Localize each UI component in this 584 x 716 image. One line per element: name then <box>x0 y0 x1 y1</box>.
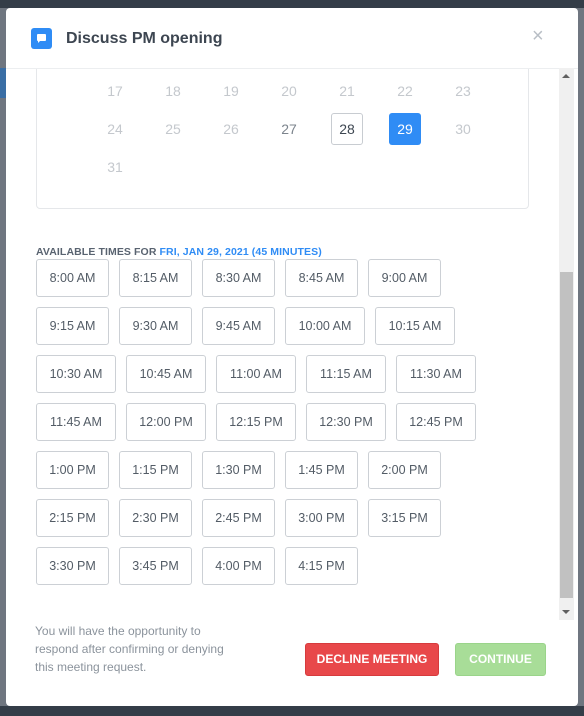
time-slot-button[interactable]: 9:00 AM <box>368 259 441 297</box>
footer-note: You will have the opportunity to respond… <box>35 624 224 674</box>
scroll-down-arrow-icon[interactable] <box>562 610 570 614</box>
time-slot-button[interactable]: 1:30 PM <box>202 451 275 489</box>
calendar-day: 19 <box>223 83 239 99</box>
modal-header: Discuss PM opening × <box>6 8 578 68</box>
chat-bubble-icon <box>31 28 52 49</box>
calendar-day: 24 <box>107 121 123 137</box>
time-slot-button[interactable]: 10:00 AM <box>285 307 365 345</box>
time-slot-button[interactable]: 2:30 PM <box>119 499 192 537</box>
time-slot-button[interactable]: 11:45 AM <box>36 403 116 441</box>
time-slot-button[interactable]: 8:30 AM <box>202 259 275 297</box>
continue-button[interactable]: CONTINUE <box>455 643 546 676</box>
calendar-day: 17 <box>107 83 123 99</box>
time-slot-button[interactable]: 10:30 AM <box>36 355 116 393</box>
time-slot-button[interactable]: 10:15 AM <box>375 307 455 345</box>
close-button[interactable]: × <box>532 26 544 46</box>
time-slot-button[interactable]: 2:45 PM <box>202 499 275 537</box>
modal-scroll-area: 17 18 19 20 21 22 23 24 25 26 27 28 29 30 31 AVAILABLE… <box>6 68 578 618</box>
meeting-modal: Discuss PM opening × 17 18 19 20 21 22 23 24 25 2… <box>6 8 578 706</box>
time-slot-button[interactable]: 3:45 PM <box>119 547 192 585</box>
time-slot-button[interactable]: 9:30 AM <box>119 307 192 345</box>
backdrop-bottombar <box>0 706 584 716</box>
time-slot-button[interactable]: 9:15 AM <box>36 307 109 345</box>
time-slot-button[interactable]: 4:15 PM <box>285 547 358 585</box>
time-slot-button[interactable]: 12:15 PM <box>216 403 296 441</box>
time-slot-button[interactable]: 8:00 AM <box>36 259 109 297</box>
scrollbar[interactable] <box>559 68 574 620</box>
calendar-day: 22 <box>397 83 413 99</box>
time-slot-button[interactable]: 12:45 PM <box>396 403 476 441</box>
time-slot-button[interactable]: 1:15 PM <box>119 451 192 489</box>
selected-date-label: FRI, JAN 29, 2021 (45 MINUTES) <box>159 246 322 258</box>
modal-title: Discuss PM opening <box>66 30 223 47</box>
scrollbar-thumb[interactable] <box>560 272 573 598</box>
time-slot-button[interactable]: 12:30 PM <box>306 403 386 441</box>
time-slot-button[interactable]: 8:15 AM <box>119 259 192 297</box>
time-slot-button[interactable]: 8:45 AM <box>285 259 358 297</box>
calendar-day[interactable]: 27 <box>273 113 305 145</box>
calendar: 17 18 19 20 21 22 23 24 25 26 27 28 29 30 31 <box>36 69 529 209</box>
calendar-day: 18 <box>165 83 181 99</box>
time-slot-button[interactable]: 10:45 AM <box>126 355 206 393</box>
calendar-day: 31 <box>107 159 123 175</box>
time-slot-button[interactable]: 11:30 AM <box>396 355 476 393</box>
calendar-day: 30 <box>455 121 471 137</box>
time-slot-button[interactable]: 3:15 PM <box>368 499 441 537</box>
available-times-label: AVAILABLE TIMES FOR FRI, JAN 29, 2021 (4… <box>36 246 322 258</box>
time-slot-button[interactable]: 3:00 PM <box>285 499 358 537</box>
calendar-day: 26 <box>223 121 239 137</box>
calendar-day[interactable]: 29 <box>389 113 421 145</box>
backdrop-topbar <box>0 0 584 8</box>
time-slot-button[interactable]: 11:15 AM <box>306 355 386 393</box>
time-slot-button[interactable]: 2:15 PM <box>36 499 109 537</box>
time-slot-button[interactable]: 11:00 AM <box>216 355 296 393</box>
time-slot-button[interactable]: 9:45 AM <box>202 307 275 345</box>
time-slot-button[interactable]: 2:00 PM <box>368 451 441 489</box>
scroll-up-arrow-icon[interactable] <box>562 74 570 78</box>
available-times-prefix: AVAILABLE TIMES FOR <box>36 246 160 258</box>
calendar-day[interactable]: 28 <box>331 113 363 145</box>
time-slot-button[interactable]: 4:00 PM <box>202 547 275 585</box>
time-slot-button[interactable]: 1:45 PM <box>285 451 358 489</box>
calendar-day: 21 <box>339 83 355 99</box>
time-slot-button[interactable]: 3:30 PM <box>36 547 109 585</box>
calendar-day: 25 <box>165 121 181 137</box>
calendar-day: 20 <box>281 83 297 99</box>
time-slot-button[interactable]: 1:00 PM <box>36 451 109 489</box>
calendar-day: 23 <box>455 83 471 99</box>
decline-meeting-button[interactable]: DECLINE MEETING <box>305 643 439 676</box>
time-slot-button[interactable]: 12:00 PM <box>126 403 206 441</box>
